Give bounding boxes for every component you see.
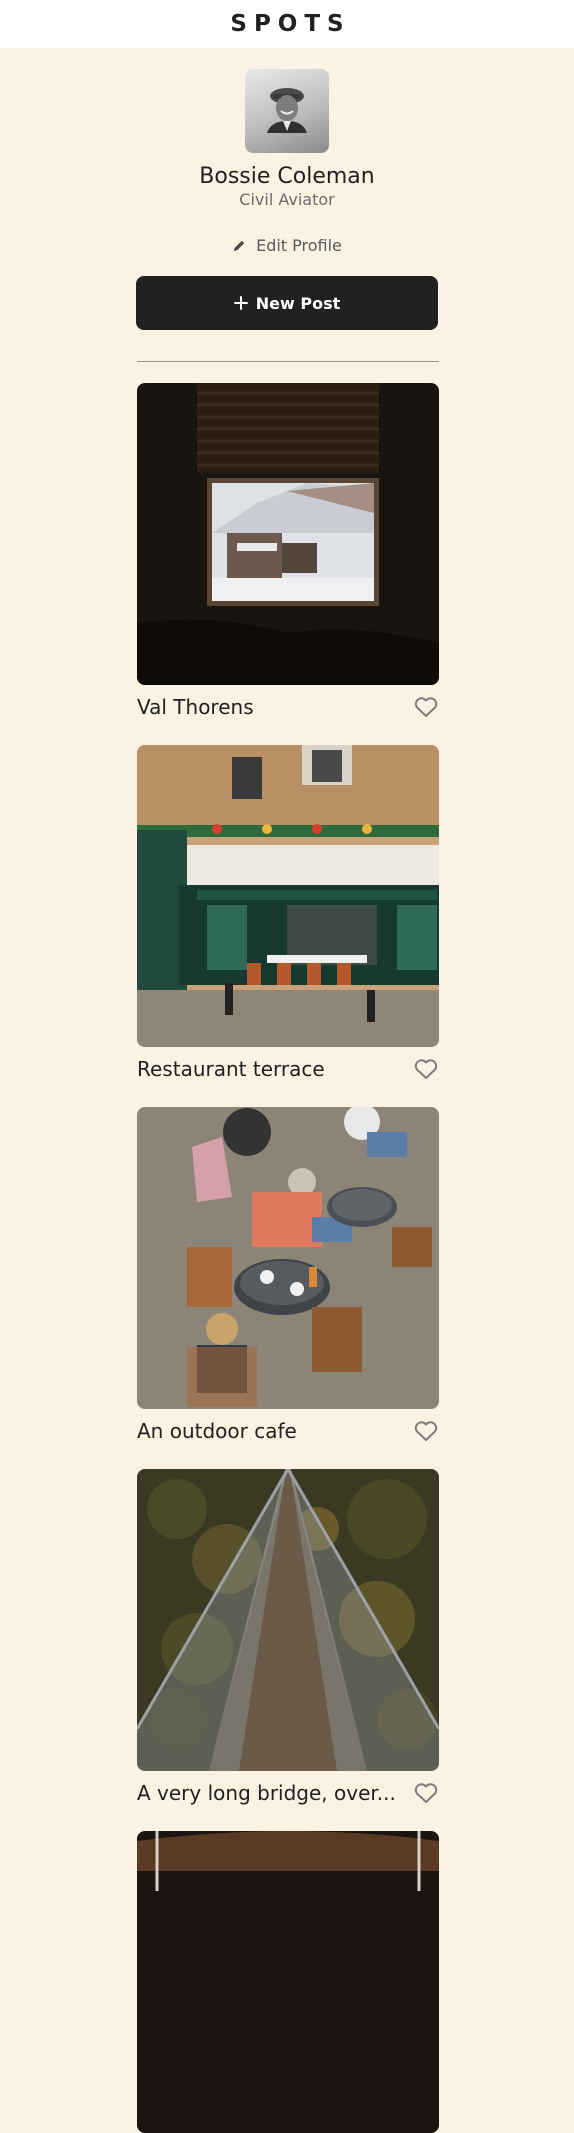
section-divider xyxy=(137,361,439,362)
card-title: An outdoor cafe xyxy=(137,1419,297,1443)
card: Restaurant terrace xyxy=(137,745,439,1081)
card: An outdoor cafe xyxy=(137,1107,439,1443)
card-title: Restaurant terrace xyxy=(137,1057,325,1081)
plus-icon xyxy=(233,296,248,310)
heart-icon xyxy=(414,1783,438,1803)
edit-profile-label: Edit Profile xyxy=(256,236,342,255)
heart-icon xyxy=(414,697,438,717)
profile-name: Bossie Coleman xyxy=(199,164,375,189)
like-button[interactable] xyxy=(413,1780,439,1806)
card-footer: Restaurant terrace xyxy=(137,1055,439,1083)
card-title: Val Thorens xyxy=(137,695,254,719)
heart-icon xyxy=(414,1059,438,1079)
card-image[interactable] xyxy=(137,745,439,1047)
profile-avatar xyxy=(245,69,329,153)
like-button[interactable] xyxy=(413,694,439,720)
site-header: SPOTS xyxy=(0,0,574,48)
card-footer: Val Thorens xyxy=(137,693,439,721)
card-footer: An outdoor cafe xyxy=(137,1417,439,1445)
card: A very long bridge, over... xyxy=(137,1469,439,1805)
spots-logo: SPOTS xyxy=(230,11,351,37)
profile-description: Civil Aviator xyxy=(239,190,335,209)
new-post-label: New Post xyxy=(255,293,341,313)
new-post-button[interactable]: New Post xyxy=(136,276,438,330)
card-title: A very long bridge, over... xyxy=(137,1781,396,1805)
card xyxy=(137,1831,439,2133)
card: Val Thorens xyxy=(137,383,439,719)
card-image[interactable] xyxy=(137,1107,439,1409)
like-button[interactable] xyxy=(413,1418,439,1444)
portrait-image xyxy=(267,88,307,133)
card-footer: A very long bridge, over... xyxy=(137,1779,439,1807)
card-image[interactable] xyxy=(137,1831,439,2133)
profile-section: Bossie Coleman Civil Aviator Edit Profil… xyxy=(0,48,574,330)
like-button[interactable] xyxy=(413,1056,439,1082)
card-image[interactable] xyxy=(137,383,439,685)
heart-icon xyxy=(414,1421,438,1441)
edit-profile-button[interactable]: Edit Profile xyxy=(232,236,342,255)
pencil-icon xyxy=(234,240,245,251)
card-image[interactable] xyxy=(137,1469,439,1771)
